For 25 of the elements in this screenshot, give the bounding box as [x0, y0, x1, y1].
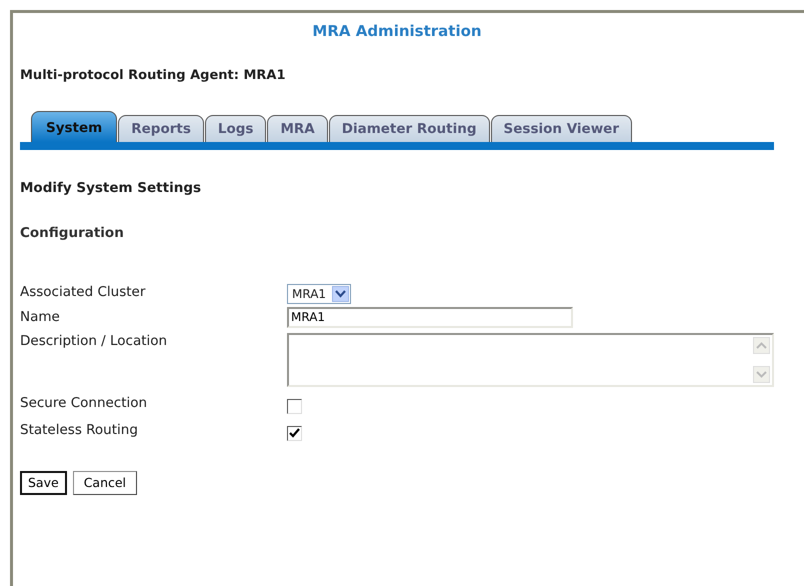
tab[interactable]: Logs [204, 115, 266, 142]
chevron-icon [332, 286, 350, 302]
tab[interactable]: MRA [267, 115, 328, 142]
tab[interactable]: System [31, 111, 118, 142]
section-title: Modify System Settings [20, 180, 202, 196]
scroll-up-icon[interactable] [753, 336, 770, 354]
checkbox[interactable] [287, 398, 302, 414]
field-label: Stateless Routing [20, 422, 138, 438]
field-label: Associated Cluster [20, 284, 146, 300]
subsection-title: Configuration [20, 225, 124, 242]
tab[interactable]: Session Viewer [490, 115, 632, 142]
page-title: MRA Administration [312, 22, 482, 40]
cluster-dropdown[interactable]: MRA1 [287, 284, 352, 304]
checkbox[interactable] [287, 426, 302, 440]
form-button[interactable]: Save [20, 470, 67, 496]
field-label: Description / Location [20, 332, 168, 348]
agent-heading: Multi-protocol Routing Agent: MRA1 [20, 68, 286, 82]
scroll-down-icon[interactable] [753, 366, 770, 382]
input-field[interactable]: MRA1 [287, 306, 573, 328]
form-button[interactable]: Cancel [72, 470, 138, 496]
text-area[interactable] [286, 332, 774, 386]
tab[interactable]: Reports [118, 115, 204, 142]
tab[interactable]: Diameter Routing [328, 115, 490, 142]
field-label: Secure Connection [20, 394, 148, 410]
field-label: Name [20, 308, 60, 324]
